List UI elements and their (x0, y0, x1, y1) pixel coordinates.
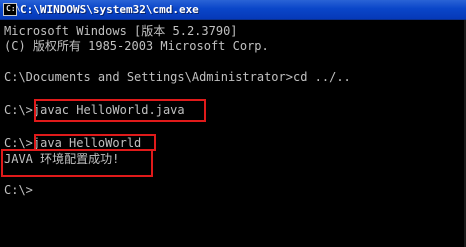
highlight-javac-command (34, 99, 206, 122)
window-title: C:\WINDOWS\system32\cmd.exe (20, 3, 199, 16)
highlight-success-message (1, 149, 153, 177)
console-line: C:\> (4, 183, 33, 197)
title-bar[interactable]: C:\ C:\WINDOWS\system32\cmd.exe (0, 0, 466, 20)
console-line: C:\Documents and Settings\Administrator>… (4, 70, 351, 84)
console-line: (C) 版权所有 1985-2003 Microsoft Corp. (4, 39, 269, 53)
cmd-window: C:\ C:\WINDOWS\system32\cmd.exe Microsof… (0, 0, 466, 247)
cmd-icon[interactable]: C:\ (3, 3, 20, 16)
console-line: Microsoft Windows [版本 5.2.3790] (4, 24, 238, 38)
